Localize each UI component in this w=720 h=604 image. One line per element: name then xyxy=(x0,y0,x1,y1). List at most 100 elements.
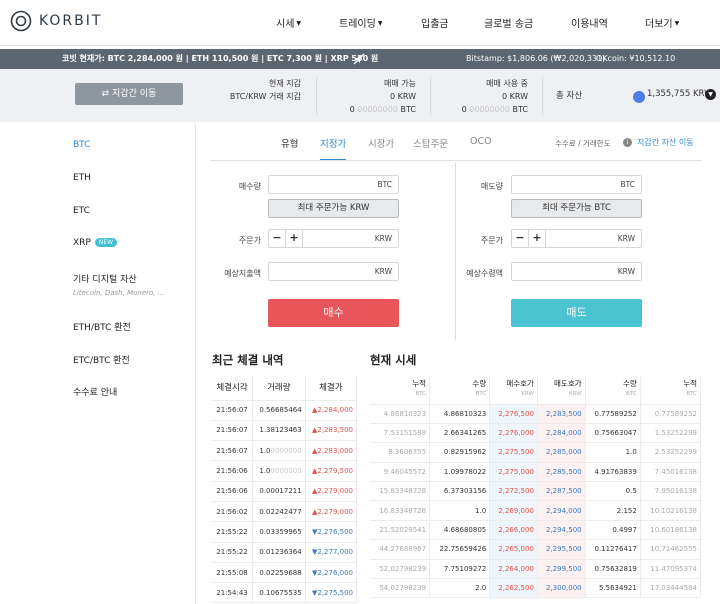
bid-price[interactable]: 2,276,500 xyxy=(489,404,538,424)
korbit-logo[interactable]: KORBIT xyxy=(10,10,102,32)
ask-price[interactable]: 2,295,500 xyxy=(537,539,586,560)
orderbook-table: 누적 BTC 수량 BTC 매수호가 KRW 매도호가 KRW 수량 BTC 누적 BTC 4.868… xyxy=(370,375,702,599)
nav-label: 더보기 xyxy=(645,19,673,30)
bid-price[interactable]: 2,272,500 xyxy=(489,481,538,502)
brand-name: KORBIT xyxy=(39,13,103,29)
tab-stop[interactable]: 스탑주문 xyxy=(413,136,448,150)
buy-price-decrement[interactable]: − xyxy=(269,230,286,247)
bid-quantity: 0.82915962 xyxy=(429,442,491,463)
buy-estimate-input[interactable]: KRW xyxy=(268,262,399,281)
ask-price[interactable]: 2,299,500 xyxy=(537,559,586,580)
trade-price: ▲2,283,500 xyxy=(305,420,358,442)
ask-price[interactable]: 2,285,000 xyxy=(537,442,586,463)
col-price: 체결가 xyxy=(305,375,358,401)
orderbook-row: 4.86810323 4.86810323 2,276,500 2,283,500 0.… xyxy=(370,404,702,424)
bid-price[interactable]: 2,266,000 xyxy=(489,520,538,541)
current-wallet-value[interactable]: BTC/KRW 거래 지갑 xyxy=(205,90,301,103)
privacy-toggle-icon[interactable] xyxy=(633,91,645,103)
bid-quantity: 7.75109272 xyxy=(429,559,491,580)
trade-amount: 0.02242477 xyxy=(252,501,306,523)
sidebar-item-xrp[interactable]: XRP NEW xyxy=(73,238,118,248)
nav-label: 시세 xyxy=(276,19,295,30)
ask-quantity: 0.4997 xyxy=(585,520,641,541)
nav-label: 입출금 xyxy=(421,19,449,30)
available-label: 매매 가능 xyxy=(384,79,416,88)
ask-price[interactable]: 2,284,000 xyxy=(537,423,586,444)
sell-price-label: 주문가 xyxy=(480,236,503,245)
buy-price-label: 주문가 xyxy=(238,236,261,245)
trade-price: ▲2,279,000 xyxy=(305,481,358,502)
sell-max-button[interactable]: 최대 주문가능 BTC xyxy=(511,199,642,218)
recent-trades-table: 체결시각 거래량 체결가 21:56:07 0.56685464 ▲2,284,00… xyxy=(212,375,358,604)
ask-price[interactable]: 2,287,500 xyxy=(537,481,586,502)
bid-price[interactable]: 2,264,000 xyxy=(489,559,538,580)
nav-market[interactable]: 시세 ▼ xyxy=(276,15,301,30)
buy-qty-input[interactable]: BTC xyxy=(268,175,399,194)
info-icon[interactable]: i xyxy=(623,138,632,147)
ask-price[interactable]: 2,294,000 xyxy=(537,500,586,521)
tab-limit[interactable]: 지정가 xyxy=(320,136,347,161)
nav-deposit[interactable]: 입출금 xyxy=(421,15,449,30)
col-amount: 거래량 xyxy=(252,375,306,401)
ask-quantity: 5.5634921 xyxy=(585,578,641,599)
trade-row: 21:56:02 0.02242477 ▲2,279,000 xyxy=(212,501,358,523)
trade-price: ▼2,276,000 xyxy=(305,562,358,584)
ask-price[interactable]: 2,285,500 xyxy=(537,462,586,483)
buy-estimate-label: 예상지출액 xyxy=(224,269,261,278)
ask-price[interactable]: 2,294,500 xyxy=(537,520,586,541)
sidebar-item-eth[interactable]: ETH xyxy=(73,173,91,183)
caret-down-icon: ▼ xyxy=(377,20,383,27)
ask-quantity: 0.75632819 xyxy=(585,559,641,580)
orderbook-row: 16.83348728 1.0 2,269,000 2,294,000 2.152 10.… xyxy=(370,500,702,521)
bid-price[interactable]: 2,275,000 xyxy=(489,462,538,483)
sidebar-item-etc[interactable]: ETC xyxy=(73,206,90,216)
bid-quantity: 22.75659426 xyxy=(429,539,491,560)
sidebar-item-etc-btc[interactable]: ETC/BTC 환전 xyxy=(73,353,130,366)
buy-button[interactable]: 매수 xyxy=(268,299,399,327)
wallet-transfer-link[interactable]: 지갑간 자산 이동 xyxy=(637,137,694,148)
orderbook-row: 52.02798239 7.75109272 2,264,000 2,299,500 0… xyxy=(370,559,702,580)
sell-estimate-label: 예상수령액 xyxy=(466,269,503,278)
nav-more[interactable]: 더보기 ▼ xyxy=(645,15,679,30)
tab-market[interactable]: 시장가 xyxy=(368,136,394,150)
sell-qty-input[interactable]: BTC xyxy=(511,175,642,194)
buy-qty-label: 매수량 xyxy=(238,182,261,191)
nav-history[interactable]: 이용내역 xyxy=(571,15,608,30)
bid-price[interactable]: 2,269,000 xyxy=(489,500,538,521)
nav-global-remit[interactable]: 글로벌 송금 xyxy=(484,15,533,30)
trade-time: 21:55:22 xyxy=(212,521,254,543)
bid-price[interactable]: 2,276,000 xyxy=(489,423,538,444)
sidebar-item-eth-btc[interactable]: ETH/BTC 환전 xyxy=(73,320,131,333)
caret-down-icon: ▼ xyxy=(674,20,680,27)
buy-max-button[interactable]: 최대 주문가능 KRW xyxy=(268,199,399,218)
tab-oco[interactable]: OCO xyxy=(470,136,492,147)
trade-amount: 0.01236364 xyxy=(252,542,306,563)
bid-price[interactable]: 2,275,500 xyxy=(489,442,538,463)
sidebar-item-fees[interactable]: 수수료 안내 xyxy=(73,385,117,398)
trade-amount: 0.10675535 xyxy=(252,582,306,604)
mute-icon[interactable] xyxy=(353,53,365,65)
ask-price[interactable]: 2,283,500 xyxy=(537,404,586,424)
sidebar-item-btc[interactable]: BTC xyxy=(73,140,90,150)
trade-row: 21:56:06 1.00000000 ▲2,279,500 xyxy=(212,460,358,482)
bid-price[interactable]: 2,262,500 xyxy=(489,578,538,599)
buy-price-increment[interactable]: + xyxy=(286,230,303,247)
ask-cumulative: 2.53252299 xyxy=(640,442,702,463)
sell-price-decrement[interactable]: − xyxy=(512,230,529,247)
bid-quantity: 2.66341265 xyxy=(429,423,491,444)
ask-price[interactable]: 2,300,000 xyxy=(537,578,586,599)
sell-estimate-input[interactable]: KRW xyxy=(511,262,642,281)
fee-limit-link[interactable]: 수수료 / 거래한도 xyxy=(555,138,611,149)
wallet-move-button[interactable]: ⇄ 지갑간 이동 xyxy=(75,83,183,105)
trade-amount: 1.38123463 xyxy=(252,420,306,442)
asset-sidebar: BTC ETH ETC XRP NEW 기타 디지털 자산 Litecoin, D… xyxy=(62,123,196,604)
sell-price-increment[interactable]: + xyxy=(529,230,546,247)
nav-trading[interactable]: 트레이딩 ▼ xyxy=(339,15,382,30)
sidebar-item-other-assets[interactable]: 기타 디지털 자산 xyxy=(73,272,137,285)
sell-button[interactable]: 매도 xyxy=(511,299,642,327)
ask-quantity: 1.0 xyxy=(585,442,641,463)
bid-price[interactable]: 2,265,000 xyxy=(489,539,538,560)
bid-cumulative: 16.83348728 xyxy=(370,500,431,521)
ask-cumulative: 10.71462555 xyxy=(640,539,702,560)
chevron-down-icon[interactable]: ▼ xyxy=(705,89,716,100)
